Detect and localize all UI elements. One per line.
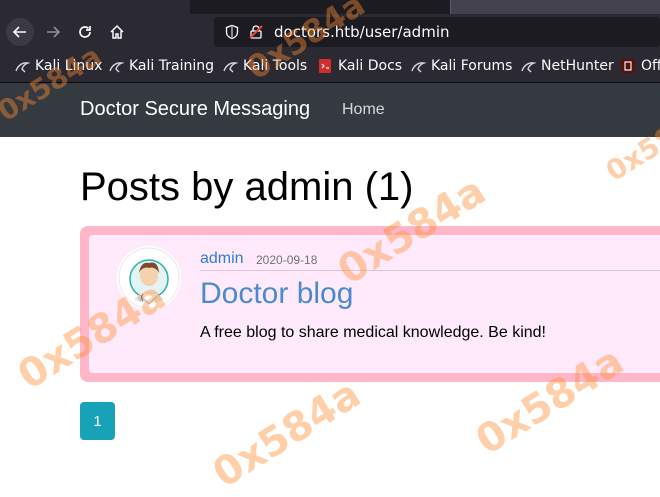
tracking-protection-shield-icon[interactable] (224, 24, 240, 45)
forward-arrow-icon (45, 24, 61, 40)
bookmark-offensive-security[interactable]: Off (620, 57, 660, 75)
doctor-avatar-icon (117, 246, 181, 310)
bookmark-kali-forums[interactable]: Kali Forums (410, 57, 512, 75)
kali-dragon-icon (520, 58, 537, 74)
kali-dragon-icon (222, 58, 239, 74)
post-card: admin 2020-09-18 Doctor blog A free blog… (80, 226, 660, 382)
url-text: doctors.htb/user/admin (274, 23, 450, 41)
bookmark-nethunter[interactable]: NetHunter (520, 57, 614, 75)
bookmarks-bar: Kali Linux Kali Training Kali Tools Kali… (0, 50, 660, 83)
url-bar[interactable]: doctors.htb/user/admin (214, 17, 660, 47)
browser-tab[interactable] (450, 0, 660, 14)
browser-tab-strip (0, 0, 660, 14)
kali-dragon-icon (108, 58, 125, 74)
kali-dragon-icon (410, 58, 427, 74)
pagination-page-button[interactable]: 1 (80, 402, 115, 440)
reload-button[interactable] (70, 17, 100, 47)
reload-icon (77, 24, 93, 40)
insecure-lock-icon[interactable] (248, 24, 264, 45)
post-date: 2020-09-18 (256, 253, 318, 267)
post-body-container: admin 2020-09-18 Doctor blog A free blog… (89, 235, 660, 373)
offensive-security-icon (620, 58, 636, 74)
kali-dragon-icon (14, 58, 31, 74)
browser-toolbar: doctors.htb/user/admin (0, 14, 660, 50)
bookmark-kali-linux[interactable]: Kali Linux (14, 57, 102, 75)
watermark: 0x584a (205, 371, 369, 497)
back-arrow-icon (6, 18, 34, 46)
back-button[interactable] (5, 17, 35, 47)
nav-link-home[interactable]: Home (342, 101, 385, 119)
bookmark-kali-training[interactable]: Kali Training (108, 57, 214, 75)
site-brand[interactable]: Doctor Secure Messaging (80, 98, 310, 121)
kali-docs-icon (317, 58, 333, 74)
home-button[interactable] (102, 17, 132, 47)
browser-tab[interactable] (0, 0, 190, 14)
home-icon (109, 24, 125, 40)
bookmark-kali-tools[interactable]: Kali Tools (222, 57, 307, 75)
post-title-link[interactable]: Doctor blog (200, 277, 353, 311)
post-content: A free blog to share medical knowledge. … (200, 324, 546, 341)
page-title: Posts by admin (1) (80, 165, 414, 209)
forward-button[interactable] (38, 17, 68, 47)
bookmark-kali-docs[interactable]: Kali Docs (317, 57, 402, 75)
post-meta-divider (200, 270, 660, 271)
site-navbar: Doctor Secure Messaging Home (0, 83, 660, 137)
post-author-link[interactable]: admin (200, 250, 244, 268)
